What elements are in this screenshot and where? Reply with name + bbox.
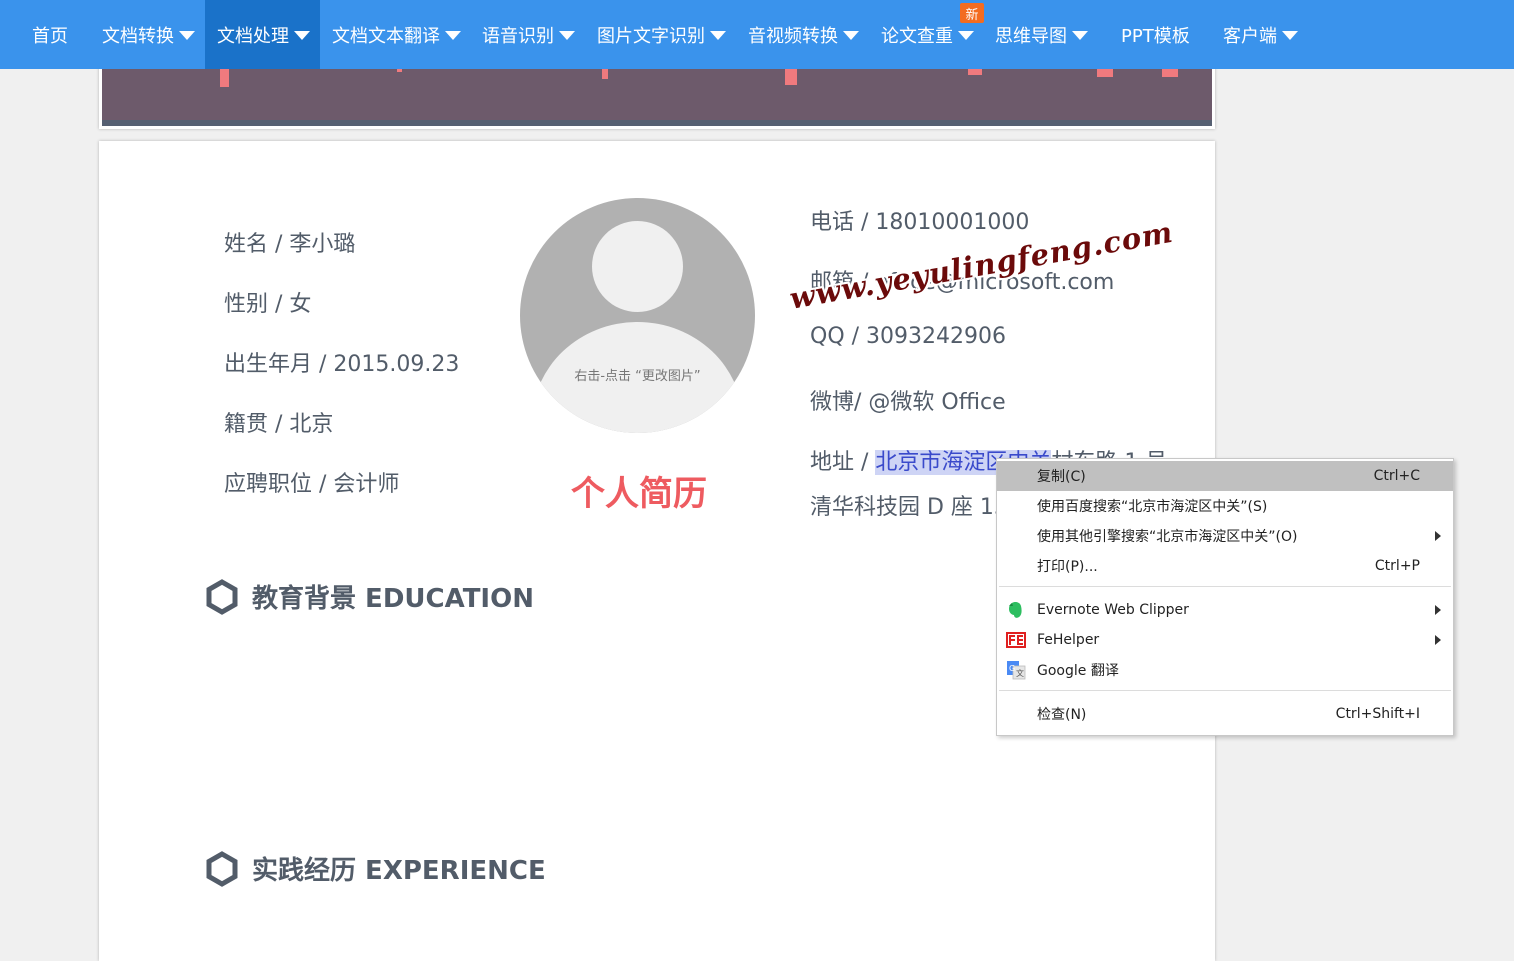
chevron-down-icon: [294, 31, 310, 40]
menu-item-print[interactable]: 打印(P)... Ctrl+P: [997, 551, 1453, 581]
section-education[interactable]: 教育背景 EDUCATION: [206, 578, 534, 615]
evernote-icon: [1009, 602, 1022, 618]
chevron-down-icon: [559, 31, 575, 40]
nav-home[interactable]: 首页: [20, 0, 68, 69]
nav-client-label: 客户端: [1223, 25, 1277, 47]
chevron-down-icon: [710, 31, 726, 40]
menu-item-inspect[interactable]: 检查(N) Ctrl+Shift+I: [997, 699, 1453, 729]
nav-doc-translate-label: 文档文本翻译: [332, 25, 440, 47]
nav-doc-translate[interactable]: 文档文本翻译: [320, 0, 461, 69]
banner-decoration: [968, 69, 982, 75]
submenu-arrow-icon: [1435, 531, 1441, 541]
chevron-down-icon: [843, 31, 859, 40]
menu-item-label: FeHelper: [1037, 632, 1100, 648]
nav-ocr-label: 图片文字识别: [597, 25, 705, 47]
avatar-head-shape: [592, 221, 683, 312]
menu-item-label: Evernote Web Clipper: [1037, 602, 1189, 618]
field-phone[interactable]: 电话 / 18010001000: [810, 204, 1029, 236]
section-experience-title: 实践经历 EXPERIENCE: [252, 856, 546, 886]
menu-item-other-search[interactable]: 使用其他引擎搜索“北京市海淀区中关”(O): [997, 521, 1453, 551]
google-translate-icon: G文: [1007, 661, 1026, 680]
chevron-down-icon: [1072, 31, 1088, 40]
nav-mindmap[interactable]: 思维导图: [983, 0, 1088, 69]
nav-doc-process[interactable]: 文档处理: [205, 0, 320, 69]
banner-decoration: [1162, 69, 1178, 77]
banner-decoration: [220, 69, 229, 87]
banner-stripe: [102, 120, 1212, 126]
nav-av-convert[interactable]: 音视频转换: [736, 0, 859, 69]
nav-mindmap-label: 思维导图: [995, 25, 1067, 47]
nav-speech[interactable]: 语音识别: [470, 0, 575, 69]
field-position[interactable]: 应聘职位 / 会计师: [224, 466, 399, 498]
menu-item-shortcut: Ctrl+P: [1374, 558, 1420, 574]
menu-item-fehelper[interactable]: FeHelper: [997, 625, 1453, 655]
nav-ppt[interactable]: PPT模板: [1109, 0, 1190, 69]
chevron-down-icon: [179, 31, 195, 40]
nav-plagiarism[interactable]: 论文查重: [869, 0, 974, 69]
menu-item-label: 复制(C): [1037, 469, 1086, 485]
nav-doc-convert-label: 文档转换: [102, 25, 174, 47]
menu-item-shortcut: Ctrl+Shift+I: [1335, 706, 1420, 722]
field-name[interactable]: 姓名 / 李小璐: [224, 226, 355, 258]
avatar-placeholder[interactable]: 右击-点击 “更改图片”: [520, 198, 755, 433]
menu-separator: [999, 586, 1451, 587]
chevron-down-icon: [1282, 31, 1298, 40]
nav-ppt-label: PPT模板: [1121, 25, 1190, 47]
field-address-line2[interactable]: 清华科技园 D 座 15: [810, 489, 1008, 521]
menu-item-google-translate[interactable]: G文 Google 翻译: [997, 655, 1453, 685]
menu-item-label: 使用其他引擎搜索“北京市海淀区中关”(O): [1037, 529, 1298, 545]
nav-plagiarism-label: 论文查重: [881, 25, 953, 47]
hexagon-icon: [206, 578, 238, 615]
submenu-arrow-icon: [1435, 605, 1441, 615]
menu-separator: [999, 690, 1451, 691]
banner-decoration: [1097, 69, 1113, 77]
banner-decoration: [785, 69, 797, 85]
banner-image: [102, 60, 1212, 126]
chevron-down-icon: [445, 31, 461, 40]
nav-home-label: 首页: [32, 25, 68, 47]
field-origin[interactable]: 籍贯 / 北京: [224, 406, 333, 438]
nav-ocr[interactable]: 图片文字识别: [585, 0, 726, 69]
menu-item-label: 使用百度搜索“北京市海淀区中关”(S): [1037, 499, 1268, 515]
new-badge: 新: [960, 3, 984, 23]
chevron-down-icon: [958, 31, 974, 40]
field-birth[interactable]: 出生年月 / 2015.09.23: [224, 346, 459, 378]
nav-speech-label: 语音识别: [482, 25, 554, 47]
field-qq[interactable]: QQ / 3093242906: [810, 324, 1006, 349]
top-nav: 首页 文档转换 文档处理 文档文本翻译 语音识别 图片文字识别 音视频转换 论文…: [0, 0, 1514, 69]
field-weibo[interactable]: 微博/ @微软 Office: [810, 384, 1006, 416]
banner-decoration: [602, 69, 608, 79]
context-menu: 复制(C) Ctrl+C 使用百度搜索“北京市海淀区中关”(S) 使用其他引擎搜…: [996, 458, 1454, 736]
nav-av-convert-label: 音视频转换: [748, 25, 838, 47]
nav-client[interactable]: 客户端: [1211, 0, 1298, 69]
nav-doc-process-label: 文档处理: [217, 25, 289, 47]
resume-title[interactable]: 个人简历: [571, 466, 707, 515]
menu-item-baidu-search[interactable]: 使用百度搜索“北京市海淀区中关”(S): [997, 491, 1453, 521]
section-education-title: 教育背景 EDUCATION: [252, 584, 534, 614]
field-gender[interactable]: 性别 / 女: [224, 286, 311, 318]
menu-item-label: Google 翻译: [1037, 663, 1119, 679]
hexagon-icon: [206, 850, 238, 887]
svg-text:G: G: [1009, 664, 1015, 673]
menu-item-shortcut: Ctrl+C: [1373, 468, 1420, 484]
section-experience[interactable]: 实践经历 EXPERIENCE: [206, 850, 546, 887]
previous-page-banner: [99, 60, 1215, 129]
nav-doc-convert[interactable]: 文档转换: [90, 0, 195, 69]
fehelper-icon: [1006, 632, 1026, 648]
svg-text:文: 文: [1016, 668, 1024, 678]
submenu-arrow-icon: [1435, 635, 1441, 645]
address-label: 地址 /: [810, 450, 876, 475]
menu-item-copy[interactable]: 复制(C) Ctrl+C: [997, 461, 1453, 491]
menu-item-label: 检查(N): [1037, 707, 1087, 723]
avatar-hint: 右击-点击 “更改图片”: [574, 369, 701, 384]
menu-item-evernote[interactable]: Evernote Web Clipper: [997, 595, 1453, 625]
menu-item-label: 打印(P)...: [1037, 559, 1098, 575]
